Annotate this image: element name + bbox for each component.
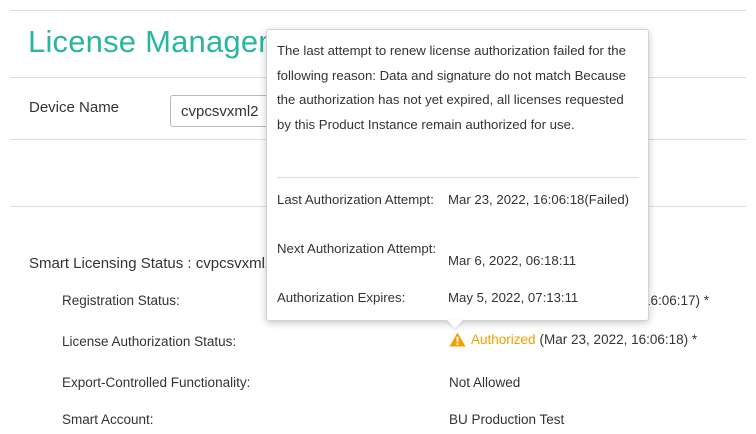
- authorized-status-text[interactable]: Authorized: [471, 332, 536, 347]
- tooltip-divider: [277, 177, 639, 178]
- authorization-expires-label: Authorization Expires:: [277, 290, 406, 305]
- next-authorization-attempt-value: Mar 6, 2022, 06:18:11: [448, 253, 577, 268]
- license-authorization-status-label: License Authorization Status:: [62, 334, 237, 349]
- next-authorization-attempt-label: Next Authorization Attempt:: [277, 241, 437, 256]
- smart-account-label: Smart Account:: [62, 412, 154, 427]
- top-divider: [10, 10, 746, 11]
- smart-licensing-status-heading: Smart Licensing Status : cvpcsvxml2: [29, 255, 274, 272]
- last-authorization-attempt-value: Mar 23, 2022, 16:06:18(Failed): [448, 192, 630, 207]
- authorization-expires-value: May 5, 2022, 07:13:11: [448, 290, 579, 305]
- smart-account-value: BU Production Test: [449, 412, 565, 427]
- warning-triangle-icon: [449, 332, 466, 347]
- device-name-label: Device Name: [29, 99, 120, 116]
- registration-status-value: 16:06:17) *: [643, 293, 710, 308]
- last-authorization-attempt-label: Last Authorization Attempt:: [277, 192, 434, 207]
- authorization-tooltip: The last attempt to renew license author…: [266, 29, 649, 321]
- export-controlled-functionality-value: Not Allowed: [449, 375, 521, 390]
- registration-status-label: Registration Status:: [62, 293, 180, 308]
- tooltip-message: The last attempt to renew license author…: [277, 43, 626, 132]
- license-authorization-status-value: Authorized (Mar 23, 2022, 16:06:18) *: [449, 332, 697, 347]
- authorization-detail-text: (Mar 23, 2022, 16:06:18) *: [539, 332, 698, 347]
- tooltip-arrow: [447, 320, 463, 329]
- export-controlled-functionality-label: Export-Controlled Functionality:: [62, 375, 251, 390]
